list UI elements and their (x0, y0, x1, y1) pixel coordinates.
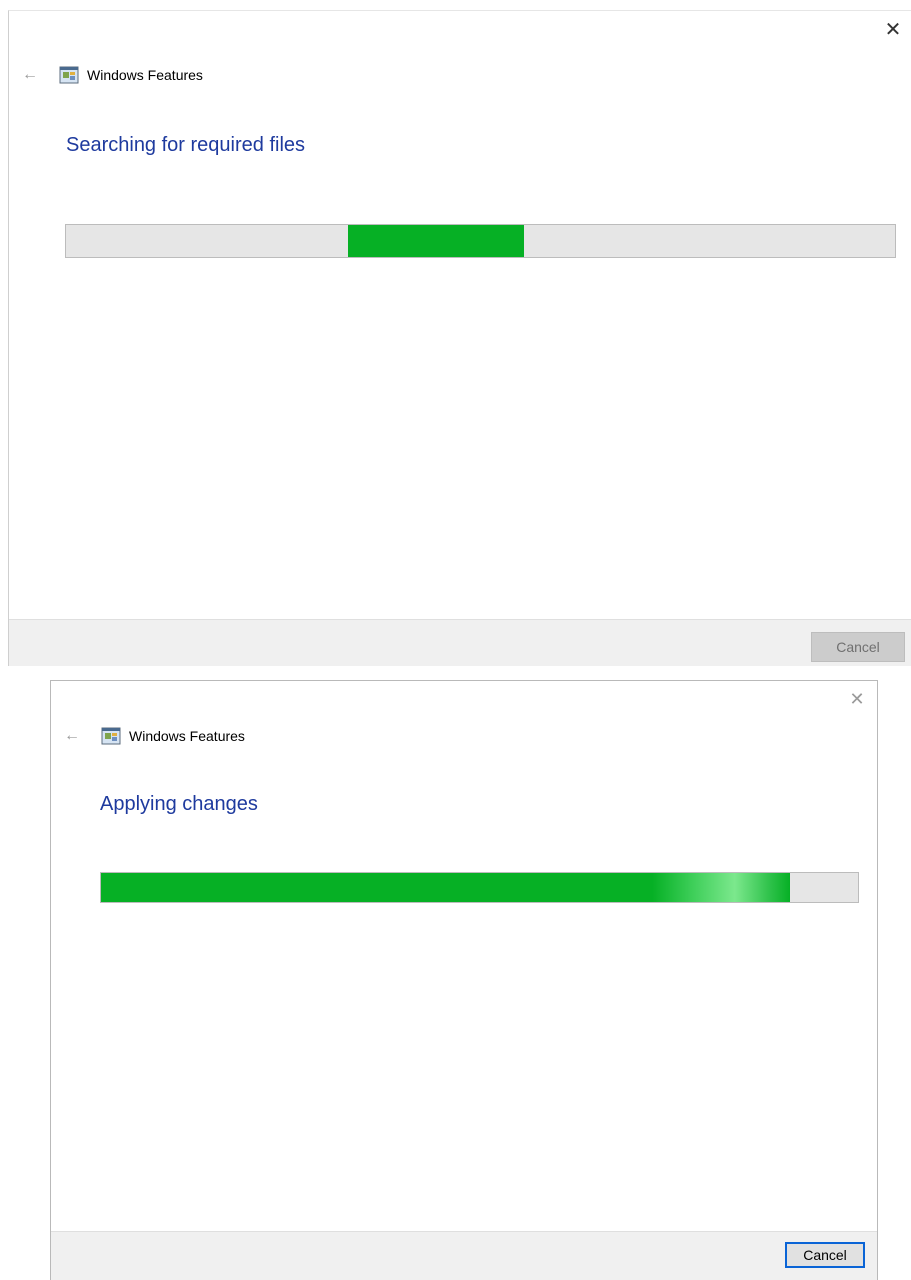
windows-features-dialog-applying: ✕ ← Windows Features Applying changes Ca… (50, 680, 878, 1280)
windows-features-icon (59, 66, 79, 84)
close-icon[interactable]: ✕ (881, 17, 905, 41)
dialog-footer: Cancel (51, 1231, 877, 1280)
close-icon[interactable]: ✕ (845, 687, 869, 711)
progress-bar (65, 224, 896, 258)
cancel-button[interactable]: Cancel (785, 1242, 865, 1268)
progress-bar (100, 872, 859, 903)
windows-features-dialog-searching: ✕ ← Windows Features Searching for requi… (8, 10, 911, 666)
windows-features-icon (101, 727, 121, 745)
status-heading: Searching for required files (66, 134, 306, 156)
app-title: Windows Features (87, 67, 203, 83)
app-title: Windows Features (129, 728, 245, 744)
dialog-header: ← Windows Features (19, 65, 203, 85)
cancel-button[interactable]: Cancel (811, 632, 905, 662)
back-arrow-icon[interactable]: ← (61, 726, 83, 746)
progress-fill-indeterminate (348, 225, 524, 257)
dialog-footer: Cancel (9, 619, 911, 666)
dialog-header: ← Windows Features (61, 726, 245, 746)
progress-fill (101, 873, 790, 902)
back-arrow-icon[interactable]: ← (19, 65, 41, 85)
status-heading: Applying changes (100, 793, 258, 815)
